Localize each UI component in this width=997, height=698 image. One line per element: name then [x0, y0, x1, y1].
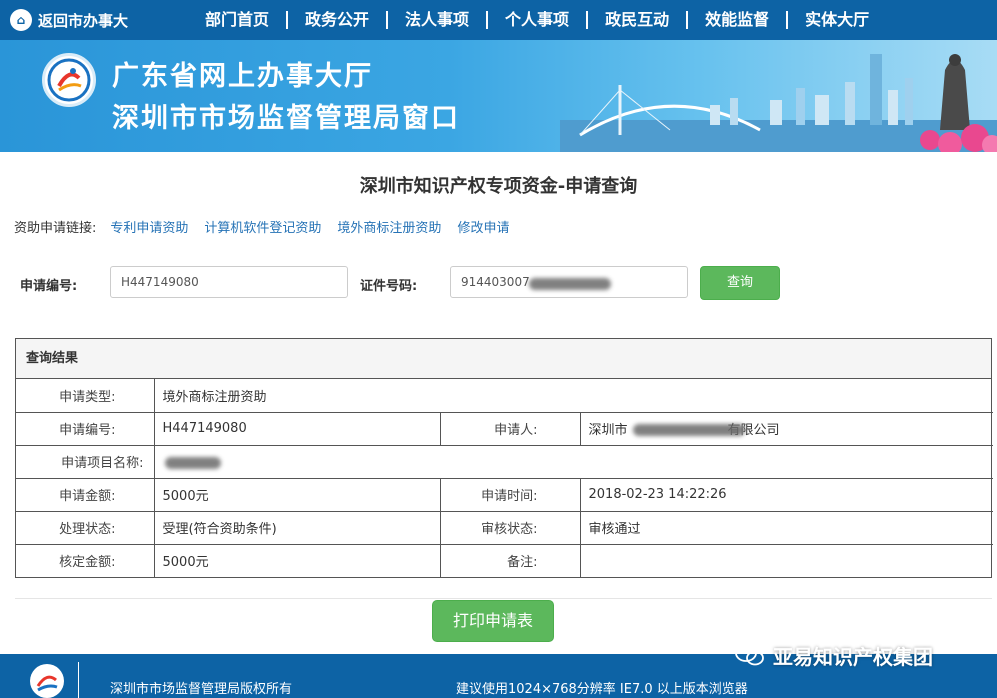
review-status-label: 审核状态: [439, 510, 581, 545]
id-number-input[interactable]: 914403007 [450, 266, 688, 298]
query-button[interactable]: 查询 [700, 266, 780, 300]
portal-logo [42, 53, 96, 107]
results-table: 申请类型: 境外商标注册资助 申请编号: H447149080 申请人: 深圳市… [16, 379, 993, 577]
application-number-value: H447149080 [153, 411, 441, 446]
redaction-mark [632, 423, 745, 436]
id-number-label: 证件号码: [360, 279, 418, 294]
footer-logo [30, 664, 64, 698]
remark-value [579, 543, 993, 577]
project-name-value [153, 444, 993, 479]
funding-links-row: 资助申请链接: 专利申请资助 计算机软件登记资助 境外商标注册资助 修改申请 [14, 217, 525, 236]
application-time-label: 申请时间: [439, 477, 581, 512]
approved-amount-value: 5000元 [153, 543, 441, 577]
nav-item-physical-hall[interactable]: 实体大厅 [786, 11, 886, 29]
table-row: 申请项目名称: [16, 444, 993, 479]
applicant-prefix: 深圳市 [588, 423, 628, 438]
link-software-funding[interactable]: 计算机软件登记资助 [204, 217, 321, 236]
review-status-value: 审核通过 [579, 510, 993, 545]
processing-status-value: 受理(符合资助条件) [153, 510, 441, 545]
header-banner: 广东省网上办事大厅 深圳市市场监督管理局窗口 [0, 40, 997, 152]
id-number-value: 914403007 [461, 275, 530, 289]
redaction-mark [529, 278, 611, 290]
home-icon: ⌂ [10, 9, 32, 31]
main-nav: 部门首页 政务公开 法人事项 个人事项 政民互动 效能监督 实体大厅 [188, 0, 886, 40]
back-label: 返回市办事大 [38, 11, 129, 30]
print-application-button[interactable]: 打印申请表 [432, 600, 554, 642]
application-number-label: 申请编号: [20, 279, 78, 294]
applicant-value: 深圳市 有限公司 [579, 411, 993, 446]
results-heading: 查询结果 [16, 339, 991, 379]
amount-label: 申请金额: [16, 477, 155, 512]
nav-item-gov-affairs[interactable]: 政务公开 [286, 11, 386, 29]
application-type-label: 申请类型: [16, 379, 155, 413]
nav-item-personal[interactable]: 个人事项 [486, 11, 586, 29]
footer-separator [78, 662, 79, 698]
back-to-city-hall-button[interactable]: ⌂ 返回市办事大 [6, 6, 136, 34]
footer-copyright: 深圳市市场监督管理局版权所有 [110, 682, 293, 697]
table-row: 核定金额: 5000元 备注: [16, 543, 993, 577]
table-row: 申请金额: 5000元 申请时间: 2018-02-23 14:22:26 [16, 477, 993, 512]
city-skyline-image [560, 54, 997, 152]
nav-item-legal-person[interactable]: 法人事项 [386, 11, 486, 29]
application-number-input[interactable]: H447149080 [110, 266, 348, 298]
wechat-icon [735, 644, 764, 666]
table-row: 申请编号: H447149080 申请人: 深圳市 有限公司 [16, 411, 993, 446]
table-row: 处理状态: 受理(符合资助条件) 审核状态: 审核通过 [16, 510, 993, 545]
nav-item-supervision[interactable]: 效能监督 [686, 11, 786, 29]
processing-status-label: 处理状态: [16, 510, 155, 545]
project-name-label: 申请项目名称: [16, 444, 155, 479]
watermark: 亚易知识产权集团 [735, 640, 933, 670]
funding-links-label: 资助申请链接: [14, 221, 97, 236]
table-row: 申请类型: 境外商标注册资助 [16, 379, 993, 413]
link-overseas-trademark-funding[interactable]: 境外商标注册资助 [337, 217, 441, 236]
redaction-mark [164, 456, 221, 469]
query-results-panel: 查询结果 申请类型: 境外商标注册资助 申请编号: H447149080 申请人… [15, 338, 993, 578]
footer-browser-note: 建议使用1024×768分辨率 IE7.0 以上版本浏览器 [456, 682, 748, 697]
top-nav-bar: ⌂ 返回市办事大 部门首页 政务公开 法人事项 个人事项 政民互动 效能监督 实… [0, 0, 997, 40]
watermark-text: 亚易知识产权集团 [773, 644, 933, 669]
nav-item-interaction[interactable]: 政民互动 [586, 11, 686, 29]
nav-item-dept-home[interactable]: 部门首页 [188, 11, 286, 29]
link-patent-funding[interactable]: 专利申请资助 [110, 217, 188, 236]
link-modify-application[interactable]: 修改申请 [457, 217, 509, 236]
banner-title-bureau: 深圳市市场监督管理局窗口 [112, 103, 460, 134]
amount-value: 5000元 [153, 477, 441, 512]
divider [15, 598, 992, 599]
approved-amount-label: 核定金额: [16, 543, 155, 577]
application-type-value: 境外商标注册资助 [153, 379, 993, 413]
remark-label: 备注: [439, 543, 581, 577]
applicant-label: 申请人: [439, 411, 581, 446]
page-title: 深圳市知识产权专项资金-申请查询 [359, 176, 638, 197]
application-time-value: 2018-02-23 14:22:26 [579, 477, 993, 512]
search-form: 申请编号: H447149080 证件号码: 914403007 查询 [20, 266, 997, 300]
application-number-label: 申请编号: [16, 411, 155, 446]
banner-title-province: 广东省网上办事大厅 [112, 61, 373, 92]
